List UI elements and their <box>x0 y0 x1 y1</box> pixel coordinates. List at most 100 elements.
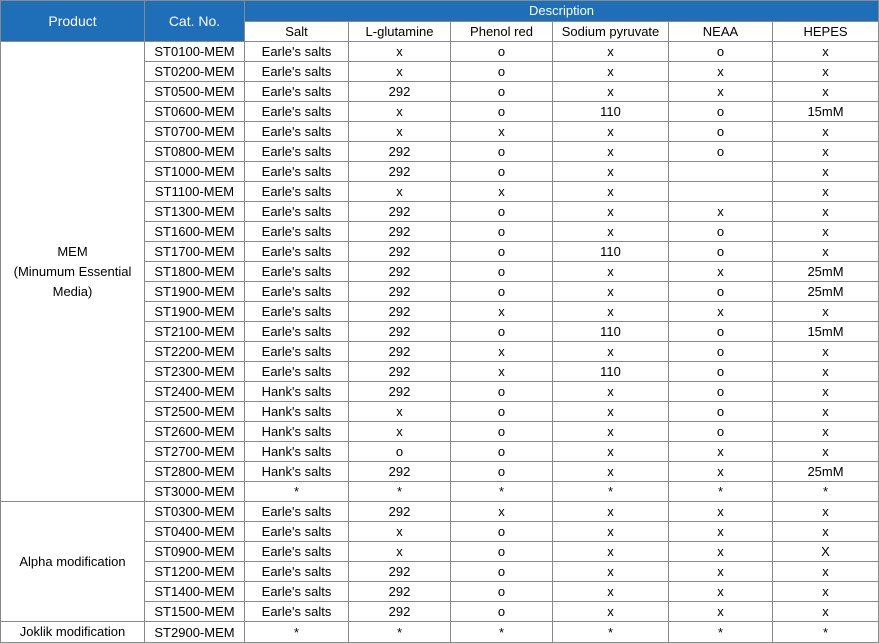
l-glutamine-cell: x <box>348 61 451 82</box>
cat-no-cell: ST0800-MEM <box>144 141 245 162</box>
salt-cell: * <box>244 621 349 643</box>
neaa-cell: * <box>668 621 773 643</box>
sodium-pyruvate-cell: x <box>552 381 669 402</box>
cat-no-cell: ST1700-MEM <box>144 241 245 262</box>
neaa-cell: o <box>668 121 773 142</box>
cat-no-cell: ST2500-MEM <box>144 401 245 422</box>
table-header: Product Cat. No. Description Salt L-glut… <box>0 0 879 42</box>
l-glutamine-cell: 292 <box>348 341 451 362</box>
phenol-red-cell: o <box>450 261 553 282</box>
l-glutamine-cell: x <box>348 121 451 142</box>
neaa-cell: o <box>668 321 773 342</box>
phenol-red-cell: x <box>450 301 553 322</box>
phenol-red-cell: x <box>450 361 553 382</box>
neaa-cell <box>668 181 773 202</box>
hepes-cell: x <box>771 161 879 182</box>
salt-cell: Earle's salts <box>244 121 349 142</box>
neaa-cell: x <box>668 561 773 582</box>
neaa-cell: x <box>668 301 773 322</box>
neaa-cell: * <box>668 481 773 502</box>
l-glutamine-cell: 292 <box>348 501 451 522</box>
sodium-pyruvate-cell: * <box>552 481 669 502</box>
l-glutamine-cell: 292 <box>348 141 451 162</box>
phenol-red-cell: o <box>450 61 553 82</box>
cat-no-cell: ST1900-MEM <box>144 281 245 302</box>
salt-cell: Earle's salts <box>244 261 349 282</box>
sodium-pyruvate-cell: x <box>552 161 669 182</box>
table-body: MEM (Minumum Essential Media) ST0100-MEM E… <box>0 41 879 643</box>
hepes-cell: x <box>771 121 879 142</box>
hepes-cell: x <box>771 341 879 362</box>
salt-cell: Earle's salts <box>244 61 349 82</box>
hepes-cell: x <box>771 61 879 82</box>
sodium-pyruvate-cell: x <box>552 201 669 222</box>
header-product: Product <box>0 0 145 42</box>
hepes-cell: x <box>771 361 879 382</box>
phenol-red-cell: o <box>450 321 553 342</box>
table-row: Alpha modification ST0300-MEM Earle's salt… <box>0 501 879 622</box>
sodium-pyruvate-cell: 110 <box>552 361 669 382</box>
neaa-cell: x <box>668 61 773 82</box>
neaa-cell: x <box>668 581 773 602</box>
hepes-cell: X <box>771 541 879 562</box>
salt-cell: Earle's salts <box>244 521 349 542</box>
cat-no-cell: ST0700-MEM <box>144 121 245 142</box>
phenol-red-cell: x <box>450 181 553 202</box>
phenol-red-cell: o <box>450 281 553 302</box>
cat-no-cell: ST2800-MEM <box>144 461 245 482</box>
hepes-cell: 25mM <box>771 281 879 302</box>
phenol-red-cell: o <box>450 441 553 462</box>
header-neaa: NEAA <box>668 20 773 42</box>
cat-no-cell: ST1100-MEM <box>144 181 245 202</box>
sodium-pyruvate-cell: x <box>552 221 669 242</box>
phenol-red-cell: * <box>450 621 553 643</box>
salt-cell: * <box>244 481 349 502</box>
l-glutamine-cell: x <box>348 181 451 202</box>
header-salt: Salt <box>244 20 349 42</box>
salt-cell: Earle's salts <box>244 81 349 102</box>
neaa-cell: x <box>668 441 773 462</box>
phenol-red-cell: o <box>450 421 553 442</box>
cat-no-cell: ST1500-MEM <box>144 601 245 622</box>
cat-no-cell: ST2300-MEM <box>144 361 245 382</box>
l-glutamine-cell: 292 <box>348 381 451 402</box>
salt-cell: Hank's salts <box>244 381 349 402</box>
cat-no-cell: ST1300-MEM <box>144 201 245 222</box>
phenol-red-cell: x <box>450 501 553 522</box>
hepes-cell: x <box>771 601 879 622</box>
l-glutamine-cell: 292 <box>348 301 451 322</box>
table-row: MEM (Minumum Essential Media) ST0100-MEM E… <box>0 41 879 502</box>
l-glutamine-cell: 292 <box>348 321 451 342</box>
cat-no-cell: ST2200-MEM <box>144 341 245 362</box>
salt-cell: Hank's salts <box>244 461 349 482</box>
product-cell: Alpha modification <box>0 501 145 622</box>
hepes-cell: x <box>771 181 879 202</box>
salt-cell: Earle's salts <box>244 541 349 562</box>
phenol-red-cell: o <box>450 461 553 482</box>
phenol-red-cell: o <box>450 581 553 602</box>
salt-cell: Earle's salts <box>244 341 349 362</box>
phenol-red-cell: o <box>450 221 553 242</box>
phenol-red-cell: * <box>450 481 553 502</box>
l-glutamine-cell: 292 <box>348 461 451 482</box>
sodium-pyruvate-cell: x <box>552 261 669 282</box>
hepes-cell: x <box>771 201 879 222</box>
phenol-red-cell: x <box>450 341 553 362</box>
phenol-red-cell: o <box>450 201 553 222</box>
salt-cell: Hank's salts <box>244 441 349 462</box>
l-glutamine-cell: x <box>348 101 451 122</box>
sodium-pyruvate-cell: x <box>552 521 669 542</box>
l-glutamine-cell: x <box>348 401 451 422</box>
l-glutamine-cell: 292 <box>348 601 451 622</box>
phenol-red-cell: o <box>450 101 553 122</box>
neaa-cell: o <box>668 281 773 302</box>
l-glutamine-cell: x <box>348 541 451 562</box>
salt-cell: Earle's salts <box>244 361 349 382</box>
salt-cell: Earle's salts <box>244 201 349 222</box>
neaa-cell: o <box>668 101 773 122</box>
cat-no-cell: ST2600-MEM <box>144 421 245 442</box>
sodium-pyruvate-cell: x <box>552 61 669 82</box>
phenol-red-cell: o <box>450 161 553 182</box>
neaa-cell: o <box>668 421 773 442</box>
neaa-cell: x <box>668 81 773 102</box>
